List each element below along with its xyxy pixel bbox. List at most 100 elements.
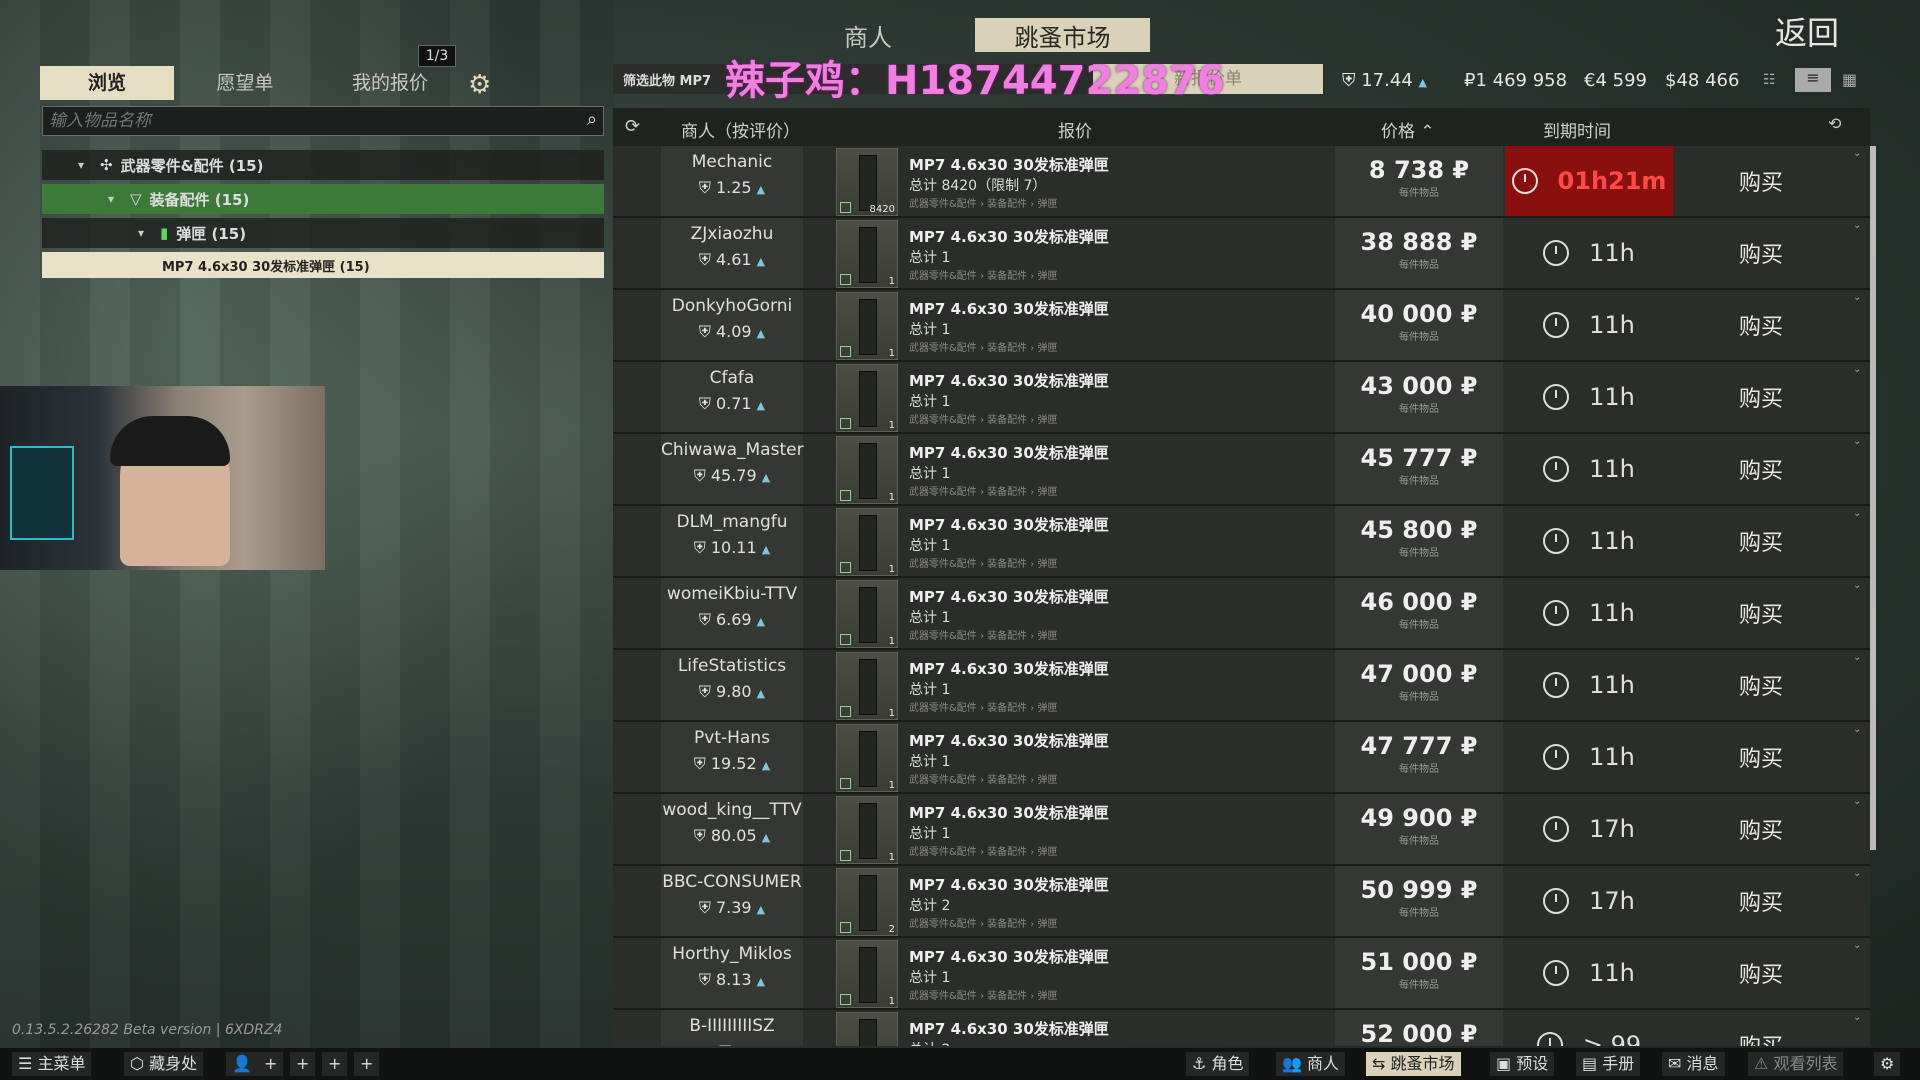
tab-trader[interactable]: 商人 xyxy=(823,18,913,52)
scrollbar[interactable] xyxy=(1870,146,1876,850)
item-thumbnail[interactable]: 1 xyxy=(836,724,898,792)
seller-name[interactable]: wood_king__TTV xyxy=(661,800,803,820)
watchlist-button[interactable]: ⚠ 观看列表 xyxy=(1748,1052,1844,1076)
seller-name[interactable]: womeiKbiu-TTV xyxy=(661,584,803,604)
col-expires[interactable]: 到期时间 xyxy=(1543,117,1611,142)
seller-name[interactable]: Chiwawa_Master xyxy=(661,440,804,460)
seller-name[interactable]: Horthy_Miklos xyxy=(661,944,803,964)
tab-flea-market[interactable]: 跳蚤市场 xyxy=(975,18,1150,52)
main-menu-button[interactable]: ☰ 主菜单 xyxy=(12,1052,92,1076)
buy-button[interactable]: 购买 xyxy=(1676,434,1846,504)
refresh-icon[interactable]: ⟳ xyxy=(625,116,640,137)
search-icon[interactable]: ⌕ xyxy=(587,109,597,130)
seller-cell[interactable]: ZJxiaozhu ⛨ 4.61 ▲ xyxy=(661,218,803,288)
item-thumbnail[interactable]: 1 xyxy=(836,508,898,576)
buy-button[interactable]: 购买 xyxy=(1676,578,1846,648)
item-thumbnail[interactable]: 1 xyxy=(836,220,898,288)
chevron-down-icon[interactable]: ⌄ xyxy=(1853,724,1867,738)
chevron-down-icon[interactable]: ⌄ xyxy=(1853,364,1867,378)
profile-icon[interactable]: 👤 xyxy=(226,1052,258,1076)
seller-cell[interactable]: Horthy_Miklos ⛨ 8.13 ▲ xyxy=(661,938,803,1008)
search-input[interactable] xyxy=(43,107,575,135)
filter-label[interactable]: 筛选此物 MP7 xyxy=(623,70,711,89)
seller-cell[interactable]: womeiKbiu-TTV ⛨ 6.69 ▲ xyxy=(661,578,803,648)
seller-cell[interactable]: B-IIIIIIIIISZ ⛨ ▲ xyxy=(661,1010,803,1046)
tree-item-gear-mods[interactable]: ▾ ▽ 装备配件 (15) xyxy=(42,184,604,214)
seller-cell[interactable]: LifeStatistics ⛨ 9.80 ▲ xyxy=(661,650,803,720)
item-thumbnail[interactable]: 1 xyxy=(836,652,898,720)
seller-cell[interactable]: DonkyhoGorni ⛨ 4.09 ▲ xyxy=(661,290,803,360)
item-thumbnail[interactable]: 1 xyxy=(836,436,898,504)
seller-name[interactable]: BBC-CONSUMER xyxy=(661,872,803,892)
chevron-down-icon[interactable]: ⌄ xyxy=(1853,652,1867,666)
seller-name[interactable]: ZJxiaozhu xyxy=(661,224,803,244)
chevron-down-icon[interactable]: ⌄ xyxy=(1853,580,1867,594)
hideout-button[interactable]: ⬡ 藏身处 xyxy=(124,1052,204,1076)
buy-button[interactable]: 购买 xyxy=(1676,1010,1846,1046)
col-price[interactable]: 价格 ⌃ xyxy=(1381,117,1435,142)
item-thumbnail[interactable]: 2 xyxy=(836,1012,898,1046)
seller-name[interactable]: LifeStatistics xyxy=(661,656,803,676)
item-thumbnail[interactable]: 1 xyxy=(836,364,898,432)
auto-refresh-icon[interactable]: ⟲ xyxy=(1828,114,1841,133)
seller-cell[interactable]: Chiwawa_Master ⛨ 45.79 ▲ xyxy=(661,434,804,504)
tab-wishlist[interactable]: 愿望单 xyxy=(190,66,300,100)
quick-slot-2[interactable]: + xyxy=(290,1052,316,1076)
buy-button[interactable]: 购买 xyxy=(1676,794,1846,864)
quick-slot-3[interactable]: + xyxy=(322,1052,348,1076)
col-seller[interactable]: 商人（按评价） xyxy=(681,117,800,142)
seller-name[interactable]: Mechanic xyxy=(661,152,803,172)
list-view-icon[interactable]: ≡ xyxy=(1795,68,1831,92)
chevron-down-icon[interactable]: ⌄ xyxy=(1853,1012,1867,1026)
seller-cell[interactable]: BBC-CONSUMER ⛨ 7.39 ▲ xyxy=(661,866,803,936)
col-offer[interactable]: 报价 xyxy=(1058,117,1092,142)
quick-slot-1[interactable]: + xyxy=(258,1052,284,1076)
buy-button[interactable]: 购买 xyxy=(1676,938,1846,1008)
chevron-down-icon[interactable]: ⌄ xyxy=(1853,292,1867,306)
quick-slot-4[interactable]: + xyxy=(354,1052,380,1076)
chevron-down-icon[interactable]: ⌄ xyxy=(1853,796,1867,810)
buy-button[interactable]: 购买 xyxy=(1676,506,1846,576)
buy-button[interactable]: 购买 xyxy=(1676,146,1846,216)
tab-my-offers[interactable]: 我的报价 xyxy=(330,66,450,100)
buy-button[interactable]: 购买 xyxy=(1676,290,1846,360)
buy-button[interactable]: 购买 xyxy=(1676,362,1846,432)
item-thumbnail[interactable]: 8420 xyxy=(836,148,898,216)
traders-button[interactable]: 👥 商人 xyxy=(1276,1052,1346,1076)
item-thumbnail[interactable]: 1 xyxy=(836,940,898,1008)
chevron-down-icon[interactable]: ⌄ xyxy=(1853,148,1867,162)
character-button[interactable]: ⚓ 角色 xyxy=(1186,1052,1250,1076)
buy-button[interactable]: 购买 xyxy=(1676,650,1846,720)
chevron-down-icon[interactable]: ⌄ xyxy=(1853,508,1867,522)
settings-icon[interactable]: ⚙ xyxy=(1874,1052,1901,1076)
seller-name[interactable]: B-IIIIIIIIISZ xyxy=(661,1016,803,1036)
grid-view-icon[interactable]: ▦ xyxy=(1842,70,1857,89)
tree-item-weapon-parts[interactable]: ▾ ✣ 武器零件&配件 (15) xyxy=(42,150,604,180)
seller-name[interactable]: Pvt-Hans xyxy=(661,728,803,748)
builds-button[interactable]: ▣ 预设 xyxy=(1490,1052,1555,1076)
seller-cell[interactable]: wood_king__TTV ⛨ 80.05 ▲ xyxy=(661,794,803,864)
flea-market-button[interactable]: ⇆ 跳蚤市场 xyxy=(1366,1052,1461,1076)
seller-name[interactable]: Cfafa xyxy=(661,368,803,388)
chevron-down-icon[interactable]: ⌄ xyxy=(1853,436,1867,450)
item-thumbnail[interactable]: 1 xyxy=(836,796,898,864)
buy-button[interactable]: 购买 xyxy=(1676,866,1846,936)
tab-browse[interactable]: 浏览 xyxy=(40,66,174,100)
handbook-button[interactable]: ▤ 手册 xyxy=(1576,1052,1641,1076)
back-button[interactable]: 返回 xyxy=(1775,8,1839,54)
chevron-down-icon[interactable]: ⌄ xyxy=(1853,220,1867,234)
chevron-down-icon[interactable]: ⌄ xyxy=(1853,940,1867,954)
gear-icon[interactable]: ⚙ xyxy=(468,70,491,100)
tree-item-mp7-magazine[interactable]: MP7 4.6x30 30发标准弹匣 (15) xyxy=(42,252,604,278)
seller-name[interactable]: DLM_mangfu xyxy=(661,512,803,532)
buy-button[interactable]: 购买 xyxy=(1676,218,1846,288)
item-thumbnail[interactable]: 2 xyxy=(836,868,898,936)
chevron-down-icon[interactable]: ⌄ xyxy=(1853,868,1867,882)
seller-cell[interactable]: Cfafa ⛨ 0.71 ▲ xyxy=(661,362,803,432)
seller-name[interactable]: DonkyhoGorni xyxy=(661,296,803,316)
item-thumbnail[interactable]: 1 xyxy=(836,580,898,648)
seller-cell[interactable]: DLM_mangfu ⛨ 10.11 ▲ xyxy=(661,506,803,576)
seller-cell[interactable]: Mechanic ⛨ 1.25 ▲ xyxy=(661,146,803,216)
buy-button[interactable]: 购买 xyxy=(1676,722,1846,792)
tree-item-magazines[interactable]: ▾ ▮ 弹匣 (15) xyxy=(42,218,604,248)
